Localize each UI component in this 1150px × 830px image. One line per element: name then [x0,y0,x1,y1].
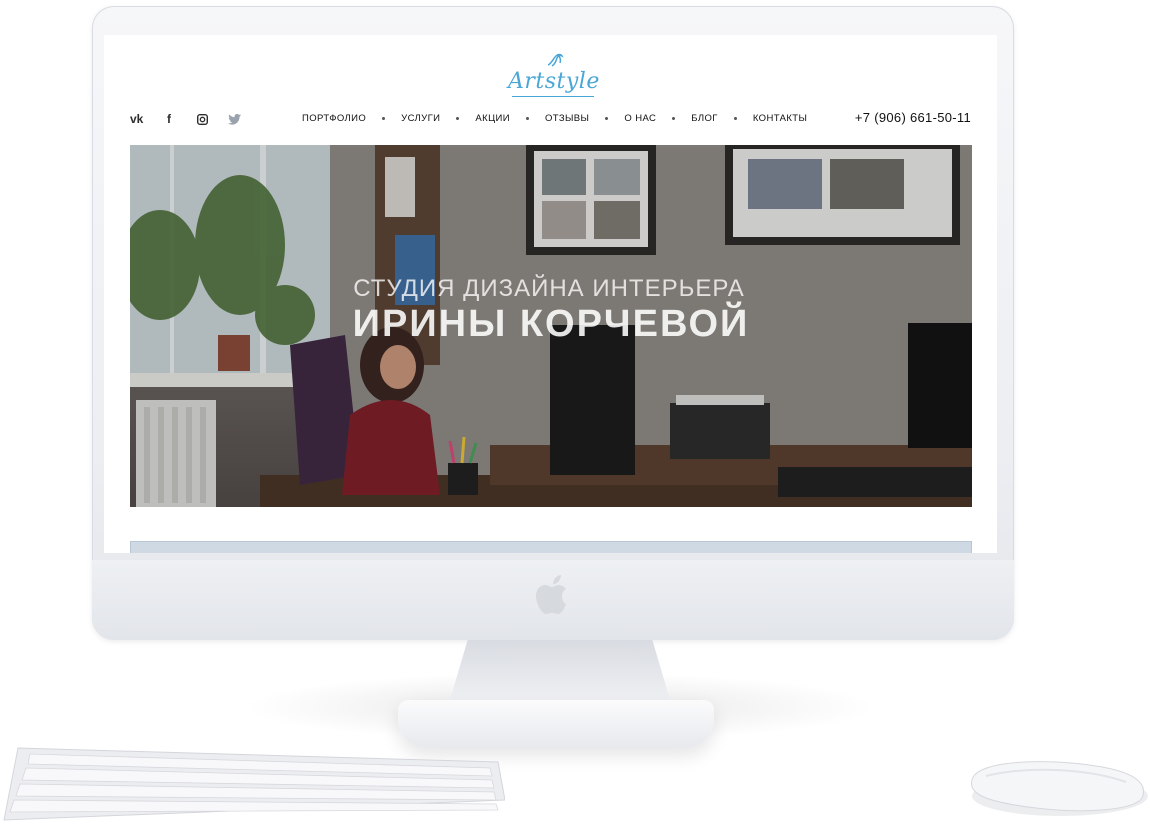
content-section-edge [130,541,972,553]
nav-contacts[interactable]: КОНТАКТЫ [753,113,807,124]
magic-mouse [970,761,1148,816]
hero-banner: СТУДИЯ ДИЗАЙНА ИНТЕРЬЕРА ИРИНЫ КОРЧЕВОЙ [130,145,972,507]
vk-icon[interactable]: vk [130,112,143,126]
nav-portfolio[interactable]: ПОРТФОЛИО [302,113,366,124]
facebook-icon[interactable]: f [167,112,171,126]
phone-number[interactable]: +7 (906) 661-50-11 [855,110,971,125]
nav-separator [456,117,460,120]
nav-promotions[interactable]: АКЦИИ [475,113,510,124]
nav-reviews[interactable]: ОТЗЫВЫ [545,113,589,124]
keyboard [3,747,505,821]
nav-separator [382,117,386,120]
nav-about[interactable]: О НАС [624,113,656,124]
apple-logo-icon [536,575,566,614]
hero-title: ИРИНЫ КОРЧЕВОЙ [352,303,750,345]
nav-separator [525,117,529,120]
nav-separator [672,117,676,120]
stand-neck [450,640,670,700]
logo-underline [512,96,594,97]
logo-mark-icon [547,53,564,67]
nav-separator [605,117,609,120]
nav-separator [733,117,737,120]
logo-text: Artstyle [508,69,600,94]
hero-subtitle: СТУДИЯ ДИЗАЙНА ИНТЕРЬЕРА [353,275,745,302]
nav-blog[interactable]: БЛОГ [691,113,718,124]
site-logo[interactable]: Artstyle [508,51,600,101]
nav-services[interactable]: УСЛУГИ [401,113,440,124]
instagram-icon[interactable] [197,114,208,125]
screen: Artstyle vk f ПОРТФОЛИО УСЛУГИ АКЦИИ ОТЗ… [104,35,997,553]
twitter-icon[interactable] [228,114,241,125]
main-nav: ПОРТФОЛИО УСЛУГИ АКЦИИ ОТЗЫВЫ О НАС БЛОГ… [302,113,807,124]
